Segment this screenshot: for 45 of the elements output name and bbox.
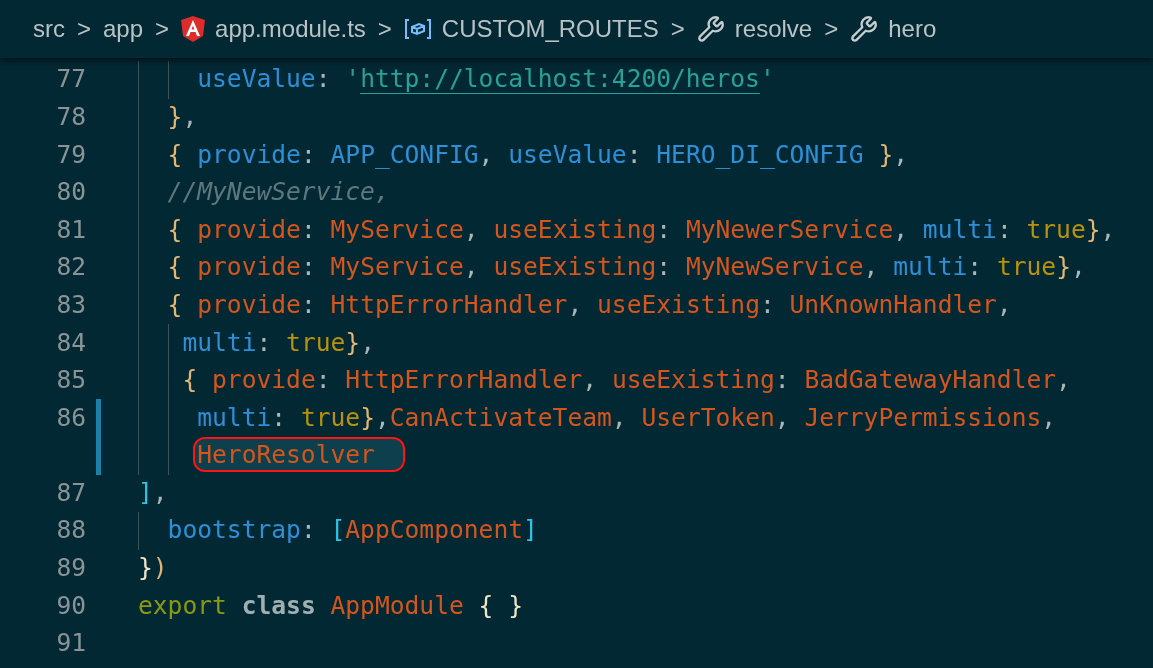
code-line: bootstrap: [AppComponent] xyxy=(166,514,538,547)
code-line: { provide: APP_CONFIG, useValue: HERO_DI_CONFIG }, xyxy=(166,138,909,171)
line-number: 91 xyxy=(56,627,86,660)
code-line: { provide: HttpErrorHandler, useExisting: BadGatewayHandler, xyxy=(181,364,1071,397)
breadcrumb-item[interactable]: hero xyxy=(888,11,937,47)
code-line: { provide: MyService, useExisting: MyNewService, multi: true}, xyxy=(166,251,1086,284)
line-number: 85 xyxy=(56,364,86,397)
variable-icon xyxy=(403,18,432,40)
line-number: 81 xyxy=(56,213,86,246)
code-line: //MyNewService, xyxy=(166,176,390,209)
line-number: 87 xyxy=(56,476,86,509)
code-line: ], xyxy=(138,476,168,509)
breadcrumb-item[interactable]: CUSTOM_ROUTES xyxy=(441,11,659,47)
breadcrumb-item[interactable]: app.module.ts xyxy=(215,11,366,47)
wrench-icon xyxy=(850,15,879,43)
breadcrumb-separator: > xyxy=(823,14,840,44)
highlighted-code: HeroResolver xyxy=(195,439,403,471)
line-number: 80 xyxy=(56,176,86,209)
code-line: multi: true}, xyxy=(181,326,375,359)
code-line: useValue: 'http://localhost:4200/heros' xyxy=(196,63,775,96)
wrench-icon xyxy=(696,15,725,43)
line-number: 89 xyxy=(56,552,86,585)
breadcrumb-separator: > xyxy=(76,14,92,44)
line-number: 86 xyxy=(56,401,86,434)
breadcrumb-item[interactable]: resolve xyxy=(734,11,813,47)
line-number: 88 xyxy=(56,514,86,547)
code-line: { provide: HttpErrorHandler, useExisting: UnKnownHandler, xyxy=(166,288,1012,321)
breadcrumb-item[interactable]: app xyxy=(103,11,144,47)
code-line: multi: true},CanActivateTeam, UserToken, JerryPermissions, xyxy=(196,401,1057,434)
line-number: 79 xyxy=(56,138,86,171)
code-line: { provide: MyService, useExisting: MyNewerService, multi: true}, xyxy=(166,213,1116,246)
code-line: export class AppModule { } xyxy=(138,589,523,622)
angular-logo-icon xyxy=(181,16,206,42)
code-line: }) xyxy=(138,552,168,585)
line-number: 77 xyxy=(56,63,86,96)
breadcrumb-separator: > xyxy=(669,14,686,44)
line-number: 82 xyxy=(56,251,86,284)
breadcrumb-item[interactable]: src xyxy=(33,11,65,47)
line-number: 84 xyxy=(56,326,86,359)
line-number: 78 xyxy=(56,100,86,133)
breadcrumb-separator: > xyxy=(154,14,171,44)
line-number: 90 xyxy=(56,589,86,622)
breadcrumb-separator: > xyxy=(376,14,393,44)
code-line: }, xyxy=(166,100,198,133)
line-number: 83 xyxy=(56,288,86,321)
